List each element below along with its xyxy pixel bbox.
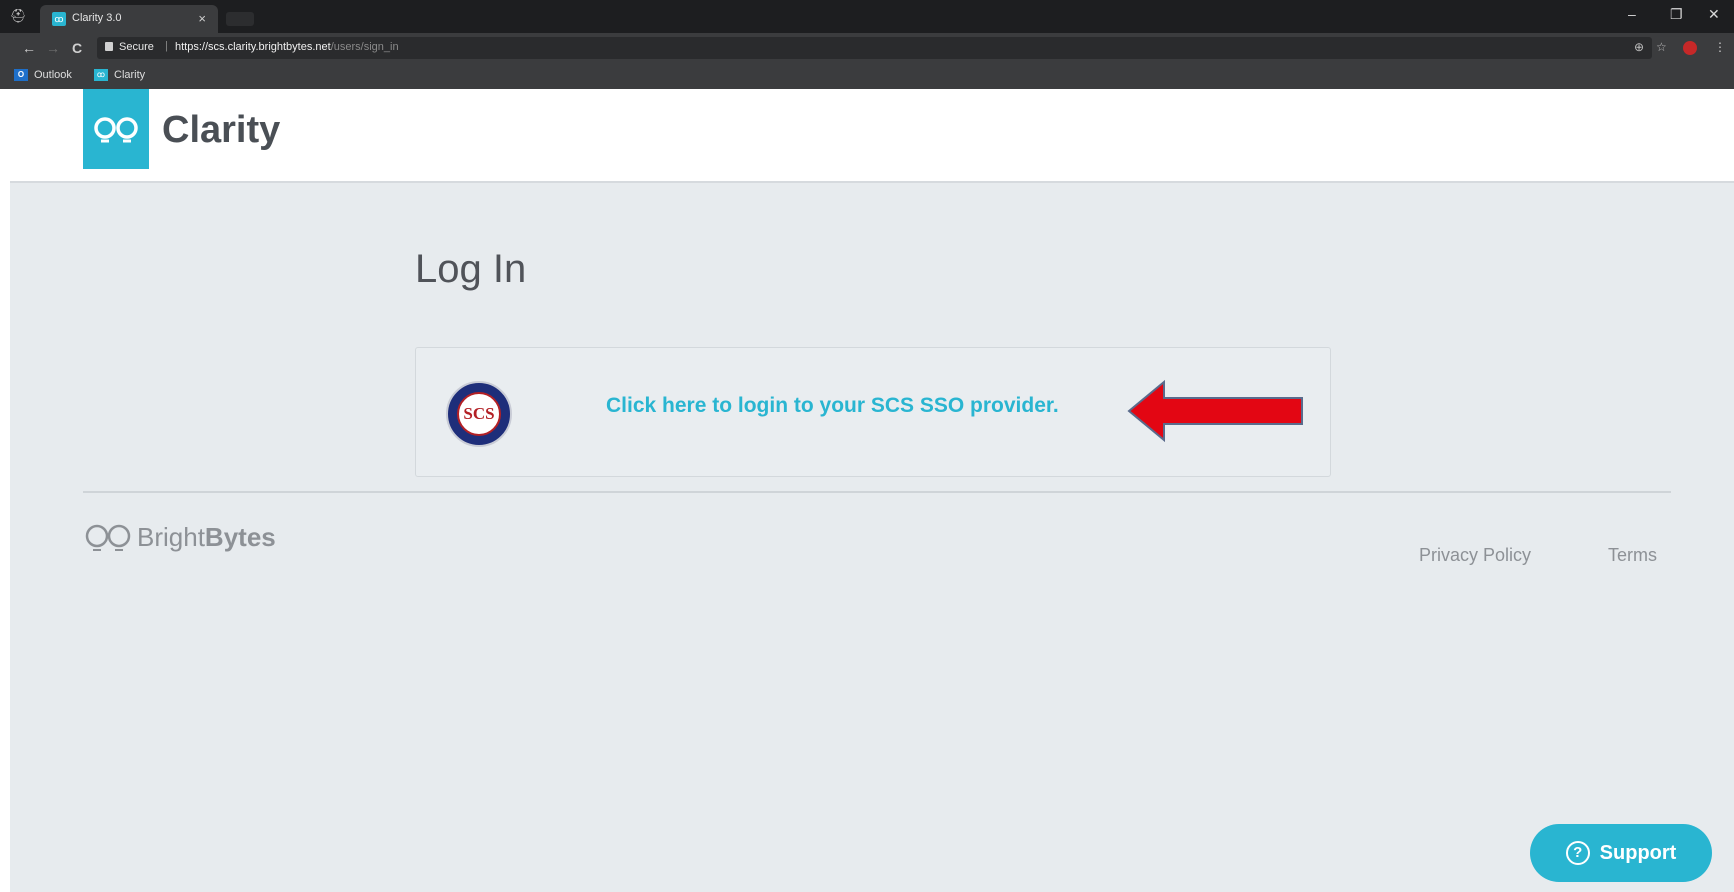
page-title: Log In: [415, 247, 527, 291]
support-button[interactable]: ? Support: [1530, 824, 1712, 882]
new-tab-button[interactable]: [226, 12, 254, 26]
footer-divider: [83, 491, 1671, 493]
sso-login-link[interactable]: Click here to login to your SCS SSO prov…: [606, 394, 1059, 418]
support-label: Support: [1599, 841, 1677, 864]
brightbytes-wordmark: BrightBytes: [137, 522, 276, 553]
address-bar[interactable]: Secure | https://scs.clarity.brightbytes…: [97, 37, 1652, 59]
red-arrow-icon: [1127, 379, 1303, 443]
restore-icon[interactable]: ❐: [1670, 6, 1683, 23]
url-text: https://scs.clarity.brightbytes.net/user…: [175, 41, 399, 53]
browser-toolbar: ← → C Secure | https://scs.clarity.brigh…: [0, 33, 1734, 63]
url-path: /users/sign_in: [330, 41, 399, 53]
reload-icon[interactable]: C: [72, 40, 82, 56]
zoom-icon[interactable]: ⊕: [1634, 40, 1644, 54]
brightbytes-logo[interactable]: BrightBytes: [83, 522, 276, 553]
clarity-logo-icon: [94, 117, 138, 143]
privacy-policy-link[interactable]: Privacy Policy: [1419, 545, 1531, 566]
menu-icon[interactable]: ⋮: [1714, 40, 1726, 54]
site-header: Clarity: [10, 89, 1734, 183]
back-icon[interactable]: ←: [22, 40, 36, 56]
lock-icon: [105, 42, 113, 51]
brightbytes-logo-icon: [85, 524, 131, 551]
seal-text: SCS: [457, 392, 501, 436]
bookmark-label: Outlook: [34, 69, 72, 81]
page-content: Clarity Log In SCS Click here to login t…: [10, 89, 1734, 892]
browser-titlebar: ⛑ ꝏ Clarity 3.0 × – ❐ ✕: [0, 0, 1734, 33]
bookmark-clarity[interactable]: ꝏ Clarity: [94, 69, 145, 81]
brand-light: Bright: [137, 522, 205, 552]
scs-seal-logo: SCS: [446, 381, 512, 447]
tab-title: Clarity 3.0: [72, 12, 122, 24]
secure-label: Secure: [119, 41, 154, 53]
close-icon[interactable]: ✕: [1708, 6, 1720, 23]
help-icon: ?: [1565, 841, 1590, 865]
incognito-icon: ⛑: [10, 8, 27, 23]
sso-login-card: SCS Click here to login to your SCS SSO …: [415, 347, 1331, 477]
extension-icon[interactable]: [1683, 41, 1697, 55]
outlook-icon: O: [14, 69, 28, 81]
bookmark-label: Clarity: [114, 69, 146, 81]
clarity-tab-icon: ꝏ: [52, 12, 66, 26]
minimize-icon[interactable]: –: [1628, 6, 1636, 22]
forward-icon[interactable]: →: [46, 40, 60, 56]
brand-bold: Bytes: [204, 522, 276, 552]
separator: |: [165, 40, 168, 52]
bookmark-outlook[interactable]: O Outlook: [14, 69, 72, 81]
star-icon[interactable]: ☆: [1656, 40, 1667, 54]
bookmarks-bar: O Outlook ꝏ Clarity: [0, 63, 1734, 89]
clarity-logo[interactable]: [83, 89, 149, 169]
tab-close-icon[interactable]: ×: [198, 11, 206, 26]
brand-name[interactable]: Clarity: [162, 109, 280, 152]
terms-link[interactable]: Terms: [1608, 545, 1657, 566]
url-host: https://scs.clarity.brightbytes.net: [175, 41, 331, 53]
clarity-icon: ꝏ: [94, 69, 108, 81]
browser-tab[interactable]: ꝏ Clarity 3.0 ×: [40, 5, 218, 33]
